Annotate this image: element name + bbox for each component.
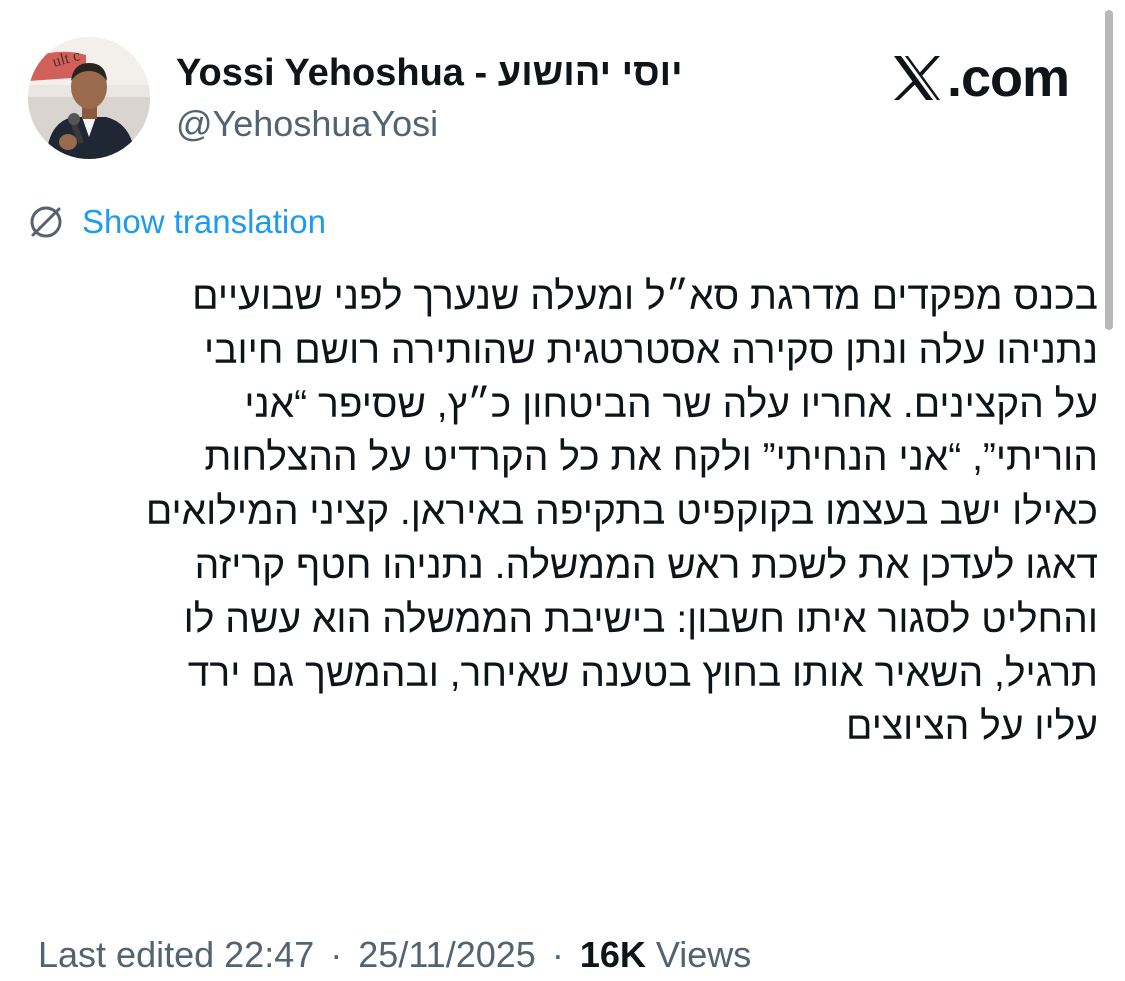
edited-label[interactable]: Last edited	[38, 934, 214, 975]
views-count[interactable]: 16K	[580, 934, 646, 975]
tweet-text: בכנס מפקדים מדרגת סא״ל ומעלה שנערך לפני …	[30, 270, 1098, 754]
tweet-date[interactable]: 25/11/2025	[358, 934, 536, 975]
brand-domain-text: .com	[946, 48, 1070, 108]
x-brand: .com	[891, 48, 1070, 108]
profile-photo-icon: ult c	[28, 37, 150, 159]
meta-separator: ·	[330, 934, 343, 975]
author-handle[interactable]: @YehoshuaYosi	[176, 102, 438, 146]
x-logo-icon	[893, 56, 940, 100]
translate-icon	[30, 206, 62, 238]
show-translation-label: Show translation	[82, 203, 326, 240]
author-display-name[interactable]: Yossi Yehoshua - יוסי יהושוע	[176, 50, 683, 96]
tweet-line: על הקצינים. אחריו עלה שר הביטחון כ״ץ, שס…	[244, 382, 1098, 426]
show-translation-link[interactable]: Show translation	[26, 200, 326, 244]
tweet-line: הוריתי”, “אני הנחיתי” ולקח את כל הקרדיט …	[204, 436, 1098, 480]
avatar[interactable]: ult c	[28, 37, 150, 159]
meta-separator: ·	[551, 934, 564, 975]
tweet-meta: Last edited 22:47 · 25/11/2025 · 16K Vie…	[38, 932, 751, 978]
views-label: Views	[655, 934, 752, 975]
tweet-time[interactable]: 22:47	[224, 934, 314, 975]
tweet-line: נתניהו עלה ונתן סקירה אסטרטגית שהותירה ר…	[203, 328, 1098, 372]
tweet-line: תרגיל, השאיר אותו בחוץ בטענה שאיחר, ובהמ…	[187, 651, 1098, 695]
tweet-line: עליו על הציוצים	[846, 705, 1098, 749]
scrollbar[interactable]	[1105, 10, 1113, 330]
tweet-line: דאגו לעדכן את לשכת ראש הממשלה. נתניהו חט…	[194, 543, 1098, 587]
tweet-line: והחליט לסגור איתו חשבון: בישיבת הממשלה ה…	[183, 597, 1098, 641]
tweet-line: בכנס מפקדים מדרגת סא״ל ומעלה שנערך לפני …	[192, 275, 1098, 318]
tweet-line: כאילו ישב בעצמו בקוקפיט בתקיפה באיראן. ק…	[145, 490, 1098, 534]
